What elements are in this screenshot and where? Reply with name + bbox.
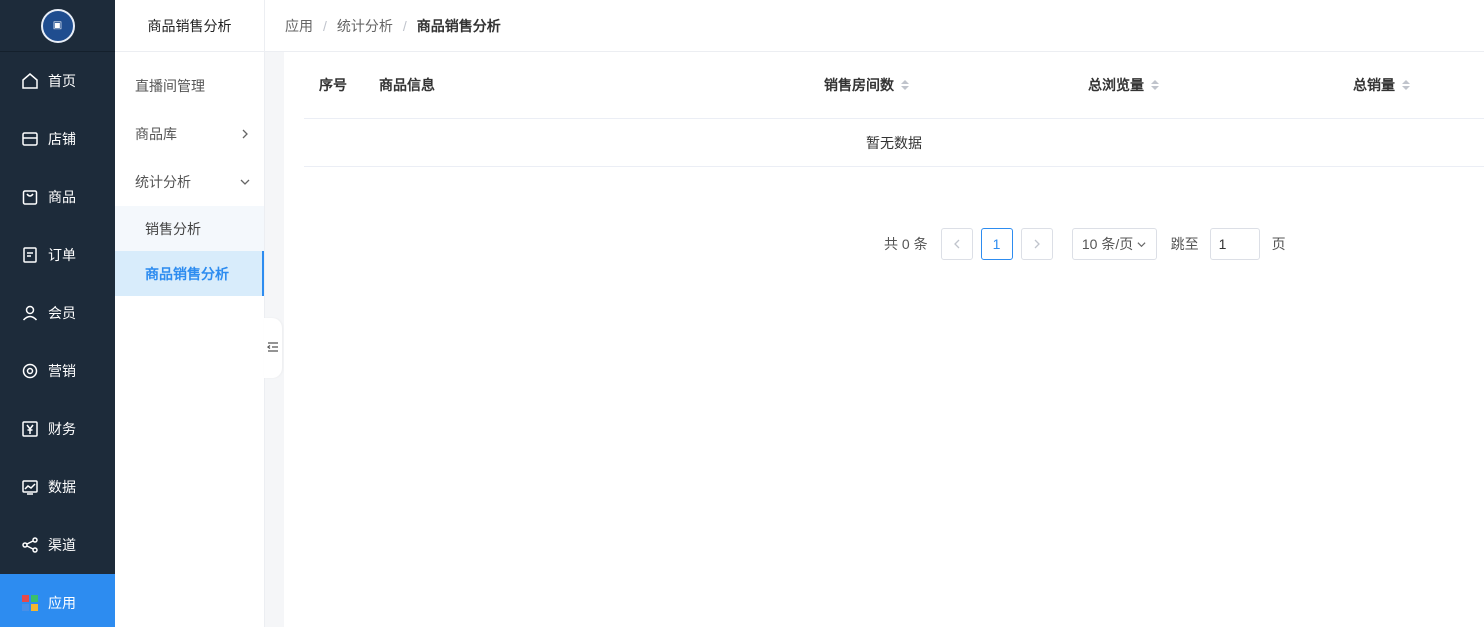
column-index: 序号	[319, 75, 379, 95]
submenu-child-goods-sales-analysis[interactable]: 商品销售分析	[115, 251, 264, 296]
breadcrumb-separator: /	[323, 17, 327, 34]
chevron-down-icon	[240, 177, 250, 187]
sort-icon[interactable]	[1151, 80, 1159, 90]
apps-icon	[21, 594, 39, 612]
nav-item-members[interactable]: 会员	[0, 284, 115, 342]
submenu-title: 商品销售分析	[115, 0, 264, 52]
column-sales-rooms[interactable]: 销售房间数	[824, 75, 1088, 95]
nav-item-label: 财务	[48, 421, 76, 437]
chevron-right-icon	[1034, 239, 1040, 249]
nav-item-label: 渠道	[48, 537, 76, 553]
nav-item-label: 会员	[48, 305, 76, 321]
pagination-total: 共 0 条	[884, 236, 928, 252]
submenu-item-label: 直播间管理	[135, 78, 205, 94]
chart-icon	[21, 478, 39, 496]
column-label: 商品信息	[379, 77, 435, 93]
breadcrumb-item-statistics[interactable]: 统计分析	[337, 16, 393, 36]
submenu-item-label: 统计分析	[135, 174, 191, 190]
chevron-left-icon	[953, 239, 960, 249]
jump-page-input[interactable]	[1209, 228, 1260, 260]
nav-item-label: 首页	[48, 73, 76, 89]
nav-item-label: 应用	[48, 595, 76, 611]
breadcrumb-separator: /	[402, 17, 407, 34]
submenu-item-label: 商品库	[135, 126, 177, 142]
jump-label: 跳至	[1170, 236, 1199, 252]
submenu-child-label: 销售分析	[145, 220, 201, 237]
yen-icon	[21, 420, 39, 438]
nav-item-orders[interactable]: 订单	[0, 226, 115, 284]
nav-item-label: 店铺	[48, 131, 76, 147]
column-label: 总销量	[1353, 77, 1395, 93]
nav-item-store[interactable]: 店铺	[0, 110, 115, 168]
main-content: 序号 商品信息 销售房间数 总浏览量 总销量 暂无数据 共 0 条 1 10 条	[284, 52, 1484, 627]
page-size-select[interactable]: 10 条/页	[1071, 228, 1157, 260]
logo[interactable]: ▣	[0, 0, 115, 52]
breadcrumb-item-current: 商品销售分析	[416, 17, 501, 34]
submenu-child-label: 商品销售分析	[145, 265, 229, 282]
nav-item-goods[interactable]: 商品	[0, 168, 115, 226]
sort-icon[interactable]	[901, 80, 909, 90]
breadcrumb: 应用 / 统计分析 / 商品销售分析	[265, 0, 1484, 52]
column-label: 序号	[319, 77, 347, 93]
gear-icon	[21, 362, 39, 380]
chevron-down-icon	[1137, 240, 1146, 249]
nav-item-label: 订单	[48, 247, 76, 263]
main-nav: ▣ 首页 店铺 商品 订单 会员 营销 财务 数据 渠道 应用	[0, 0, 115, 627]
page-number-button[interactable]: 1	[980, 228, 1013, 260]
user-icon	[21, 304, 39, 322]
next-page-button[interactable]	[1020, 228, 1053, 260]
page-suffix: 页	[1271, 236, 1286, 252]
chevron-right-icon	[240, 129, 250, 139]
nav-item-marketing[interactable]: 营销	[0, 342, 115, 400]
empty-text: 暂无数据	[866, 134, 922, 151]
order-icon	[21, 246, 39, 264]
nav-item-label: 营销	[48, 363, 76, 379]
submenu-item-goods-library[interactable]: 商品库	[115, 110, 264, 158]
nav-item-data[interactable]: 数据	[0, 458, 115, 516]
pagination: 共 0 条 1 10 条/页 跳至 页	[884, 228, 1286, 260]
nav-item-label: 数据	[48, 479, 76, 495]
submenu-child-sales-analysis[interactable]: 销售分析	[115, 206, 264, 251]
column-label: 销售房间数	[824, 77, 894, 93]
nav-item-finance[interactable]: 财务	[0, 400, 115, 458]
table-empty-row: 暂无数据	[304, 119, 1484, 167]
column-total-sales[interactable]: 总销量	[1353, 75, 1410, 95]
column-goods-info: 商品信息	[379, 75, 824, 95]
submenu-item-live-room[interactable]: 直播间管理	[115, 62, 264, 110]
submenu-item-statistics[interactable]: 统计分析	[115, 158, 264, 206]
bag-icon	[21, 188, 39, 206]
table-header: 序号 商品信息 销售房间数 总浏览量 总销量	[304, 52, 1484, 119]
secondary-menu: 商品销售分析 直播间管理 商品库 统计分析 销售分析 商品销售分析	[115, 0, 265, 627]
store-icon	[21, 130, 39, 148]
page-size-value: 10 条/页	[1081, 236, 1134, 252]
logo-icon: ▣	[40, 8, 75, 43]
prev-page-button[interactable]	[940, 228, 973, 260]
nav-item-channels[interactable]: 渠道	[0, 516, 115, 574]
nav-item-label: 商品	[48, 189, 76, 205]
column-total-views[interactable]: 总浏览量	[1088, 75, 1353, 95]
sort-icon[interactable]	[1402, 80, 1410, 90]
collapse-menu-button[interactable]	[264, 318, 282, 378]
column-label: 总浏览量	[1088, 77, 1144, 93]
home-icon	[21, 72, 39, 90]
nav-item-apps[interactable]: 应用	[0, 574, 115, 627]
breadcrumb-item-apps[interactable]: 应用	[285, 16, 313, 36]
nav-item-home[interactable]: 首页	[0, 52, 115, 110]
share-icon	[21, 536, 39, 554]
menu-fold-icon	[266, 340, 279, 356]
